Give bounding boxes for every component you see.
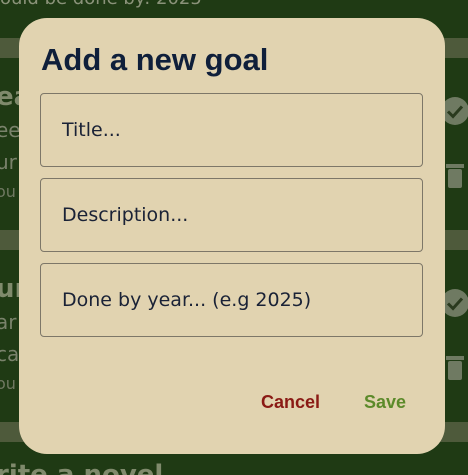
goal-card-title: rite a novel [0,460,164,475]
goal-card-description: ee [0,118,21,142]
goal-done-by-text: ould be done by: 2025 [0,0,202,9]
goal-card-description: ur [0,150,17,174]
goal-description-input[interactable] [40,178,423,252]
goal-title-input[interactable] [40,93,423,167]
add-goal-dialog: Add a new goal Cancel Save [19,18,445,454]
goal-card-description: ca [0,342,20,366]
goal-card-done-by: ou [0,374,16,393]
cancel-button[interactable]: Cancel [255,388,326,417]
save-button[interactable]: Save [358,388,412,417]
goal-card-done-by: ou [0,182,16,201]
dialog-title: Add a new goal [41,42,269,77]
goal-done-by-year-input[interactable] [40,263,423,337]
goal-card-description: ar [0,310,17,334]
